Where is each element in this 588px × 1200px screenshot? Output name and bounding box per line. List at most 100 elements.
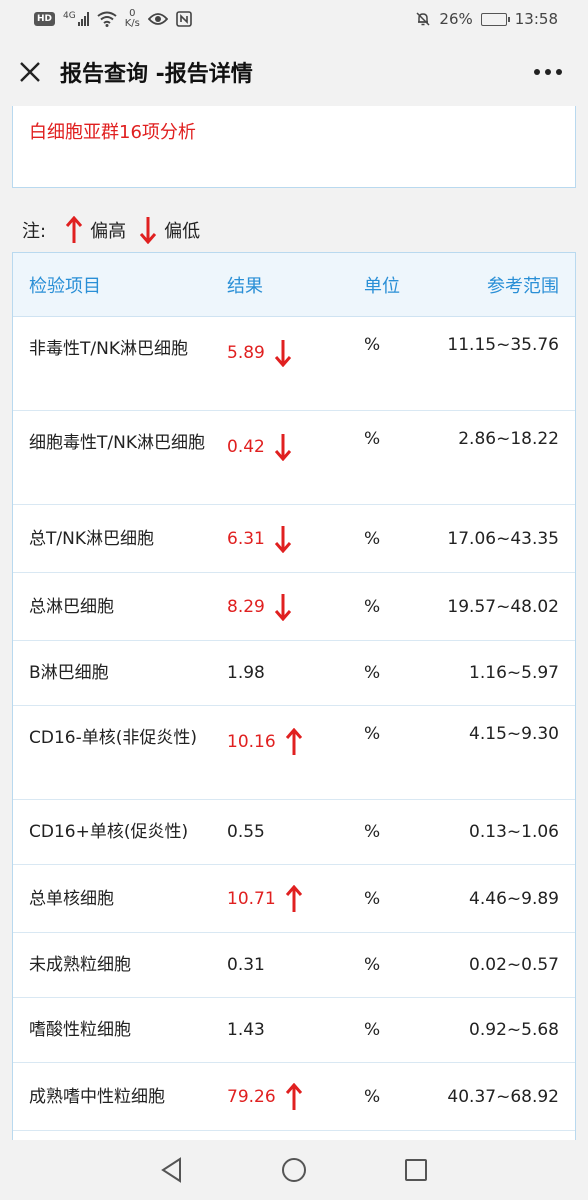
battery-icon — [480, 12, 510, 26]
table-row: 细胞毒性T/NK淋巴细胞 0.42 % 2.86~18.22 — [13, 411, 575, 505]
result-value: 0.55 — [227, 822, 265, 842]
home-button[interactable] — [278, 1154, 310, 1186]
row-range: 4.46~9.89 — [469, 888, 559, 909]
status-right: 26% 13:58 — [415, 10, 558, 28]
row-unit: % — [364, 335, 381, 355]
row-range: 0.92~5.68 — [469, 1020, 559, 1040]
table-row: 未成熟粒细胞 0.31 % 0.02~0.57 — [13, 933, 575, 998]
signal-icon: 4G — [63, 12, 89, 26]
row-result: 8.29 — [227, 593, 347, 621]
row-result: 1.43 — [227, 1020, 347, 1040]
row-range: 0.02~0.57 — [469, 955, 559, 975]
results-table: 检验项目 结果 单位 参考范围 非毒性T/NK淋巴细胞 5.89 % 11.15… — [12, 252, 576, 1140]
arrow-up-icon — [285, 728, 302, 756]
recents-button[interactable] — [400, 1154, 432, 1186]
row-name: 细胞毒性T/NK淋巴细胞 — [29, 433, 205, 453]
report-name-card: 白细胞亚群16项分析 — [12, 106, 576, 188]
row-name: 非毒性T/NK淋巴细胞 — [29, 339, 188, 359]
row-unit: % — [364, 1086, 381, 1107]
row-name: 未成熟粒细胞 — [29, 955, 131, 975]
report-content[interactable]: 白细胞亚群16项分析 注: 偏高 偏低 检验项目 结果 单位 参考范围 非毒性T… — [0, 106, 588, 1140]
arrow-down-icon — [274, 525, 291, 553]
arrow-down-icon — [274, 433, 291, 461]
nfc-icon — [176, 11, 192, 27]
arrow-up-icon — [285, 884, 302, 913]
table-row: 成熟嗜中性粒细胞 79.26 % 40.37~68.92 — [13, 1063, 575, 1131]
network-type: 4G — [63, 11, 76, 21]
row-unit: % — [364, 596, 381, 617]
row-unit: % — [364, 724, 381, 744]
table-row: 嗜酸性粒细胞 1.43 % 0.92~5.68 — [13, 998, 575, 1063]
status-bar: HD 4G 0 K/s 26% 13:58 — [0, 0, 588, 38]
result-value: 79.26 — [227, 1086, 276, 1107]
row-range: 1.16~5.97 — [469, 663, 559, 683]
wifi-icon — [97, 11, 117, 27]
header-result: 结果 — [227, 275, 263, 297]
row-result: 10.16 — [227, 728, 347, 756]
report-name: 白细胞亚群16项分析 — [29, 122, 196, 143]
row-result: 6.31 — [227, 525, 347, 553]
row-unit: % — [364, 888, 381, 909]
result-value: 6.31 — [227, 528, 265, 549]
arrow-up-icon — [285, 1082, 302, 1111]
result-value: 0.42 — [227, 437, 265, 457]
network-speed: 0 K/s — [124, 8, 140, 29]
row-range: 11.15~35.76 — [447, 335, 559, 355]
row-result: 0.31 — [227, 955, 347, 975]
row-unit: % — [364, 822, 381, 842]
row-name: 总单核细胞 — [29, 888, 114, 909]
table-row: B淋巴细胞 1.98 % 1.16~5.97 — [13, 641, 575, 706]
row-result: 5.89 — [227, 339, 347, 367]
system-nav-bar — [0, 1140, 588, 1200]
hd-badge: HD — [34, 12, 56, 26]
row-range: 19.57~48.02 — [447, 596, 559, 617]
arrow-down-icon — [274, 593, 291, 621]
table-row: CD16+单核(促炎性) 0.55 % 0.13~1.06 — [13, 800, 575, 865]
legend-note: 注: — [22, 221, 47, 242]
row-result: 0.42 — [227, 433, 347, 461]
result-value: 5.89 — [227, 343, 265, 363]
legend-high-label: 偏高 — [90, 221, 127, 242]
header-name: 检验项目 — [29, 275, 101, 297]
result-value: 0.31 — [227, 955, 265, 975]
table-row: CD16-单核(非促炎性) 10.16 % 4.15~9.30 — [13, 706, 575, 800]
more-dots-icon — [534, 69, 562, 75]
row-unit: % — [364, 528, 381, 549]
arrow-down-icon — [140, 216, 157, 244]
status-left: HD 4G 0 K/s — [34, 9, 192, 29]
result-value: 10.16 — [227, 732, 276, 752]
result-value: 10.71 — [227, 888, 276, 909]
header-range: 参考范围 — [487, 275, 559, 297]
row-result: 10.71 — [227, 884, 347, 913]
row-unit: % — [364, 663, 381, 683]
more-menu-button[interactable] — [530, 60, 566, 84]
eye-icon — [147, 13, 168, 25]
bell-off-icon — [416, 12, 430, 26]
row-name: 嗜酸性粒细胞 — [29, 1020, 131, 1040]
row-name: B淋巴细胞 — [29, 663, 109, 683]
result-value: 1.43 — [227, 1020, 265, 1040]
table-header: 检验项目 结果 单位 参考范围 — [13, 253, 575, 317]
close-button[interactable] — [0, 38, 60, 106]
row-range: 4.15~9.30 — [469, 724, 559, 744]
row-result: 0.55 — [227, 822, 347, 842]
row-name: 总T/NK淋巴细胞 — [29, 528, 154, 549]
battery-percent: 26% — [439, 10, 473, 28]
row-name: CD16-单核(非促炎性) — [29, 728, 197, 748]
close-icon — [20, 62, 40, 82]
row-range: 0.13~1.06 — [469, 822, 559, 842]
title-bar: 报告查询 -报告详情 — [0, 38, 588, 106]
row-result: 1.98 — [227, 663, 347, 683]
page-title: 报告查询 -报告详情 — [60, 62, 253, 87]
clock: 13:58 — [514, 10, 558, 28]
row-name: CD16+单核(促炎性) — [29, 822, 189, 842]
legend-low-label: 偏低 — [164, 221, 201, 242]
row-range: 40.37~68.92 — [447, 1086, 559, 1107]
table-row: 非毒性T/NK淋巴细胞 5.89 % 11.15~35.76 — [13, 317, 575, 411]
back-button[interactable] — [156, 1154, 188, 1186]
row-name: 成熟嗜中性粒细胞 — [29, 1086, 165, 1107]
table-row: 总淋巴细胞 8.29 % 19.57~48.02 — [13, 573, 575, 641]
result-value: 8.29 — [227, 596, 265, 617]
row-result: 79.26 — [227, 1082, 347, 1111]
row-unit: % — [364, 955, 381, 975]
